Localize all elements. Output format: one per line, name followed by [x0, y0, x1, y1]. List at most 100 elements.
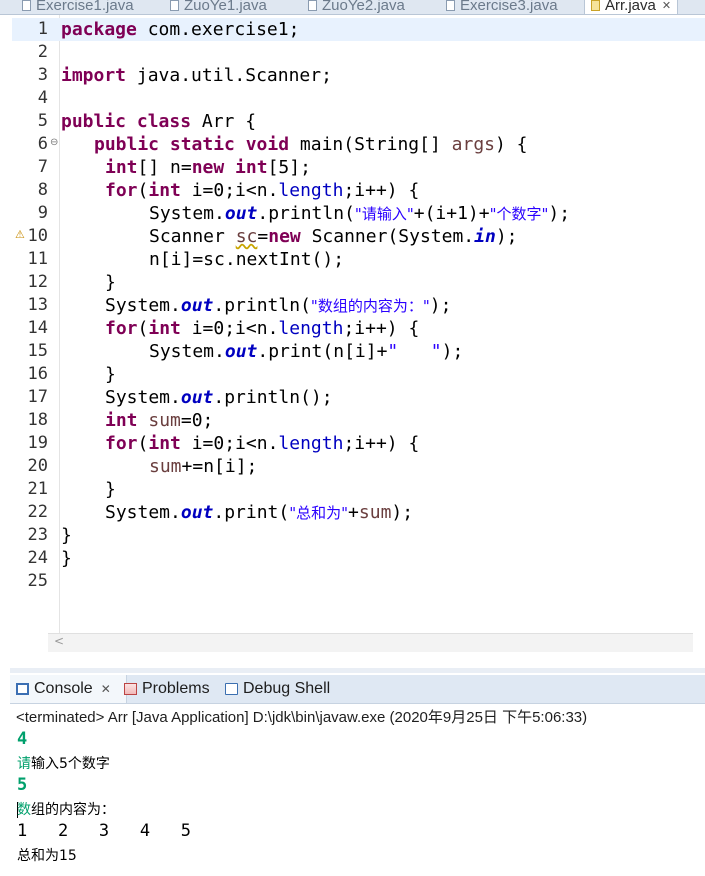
code-line: Scanner sc=new Scanner(System.in);	[61, 225, 518, 248]
code-text: +=n[i];	[181, 456, 258, 477]
code-text: }	[105, 364, 116, 385]
java-file-icon	[170, 0, 179, 11]
console-output-line: 数组的内容为：	[17, 799, 115, 819]
line-number: 1	[37, 19, 48, 39]
console-output-line: 总和为15	[17, 848, 77, 864]
console-text: 组的内容为：	[31, 802, 115, 818]
code-text: System.	[105, 295, 181, 316]
line-number: 24	[27, 548, 48, 568]
line-number: 25	[27, 571, 48, 591]
code-editor[interactable]: 1 2 3 4 5 6 ⊖ 7 8 9 ⚠ 10 11 12 13 14 15 …	[12, 15, 705, 643]
line-number: 15	[27, 341, 48, 361]
panel-separator[interactable]	[10, 668, 705, 673]
field: out	[180, 295, 214, 316]
code-line: public static void main(String[] args) {	[61, 133, 528, 156]
problems-icon	[124, 683, 137, 695]
line-number: 11	[27, 249, 48, 269]
code-line: System.out.print("总和为"+sum);	[61, 501, 413, 524]
console-icon	[16, 683, 29, 695]
code-text: (	[137, 180, 149, 201]
code-text: +(i+1)+	[413, 203, 490, 224]
code-text: );	[548, 203, 571, 224]
code-text: .print(	[213, 502, 290, 523]
keyword: int	[105, 410, 138, 431]
console-input-line: 4	[17, 729, 28, 749]
code-text: );	[441, 341, 464, 362]
scroll-left-icon[interactable]: <	[54, 634, 64, 648]
tab-label: Arr.java	[605, 0, 656, 14]
code-text: =	[257, 226, 269, 247]
line-number: 17	[27, 387, 48, 407]
code-text: System.	[149, 203, 225, 224]
tab-debug-shell[interactable]: Debug Shell	[225, 675, 330, 703]
field: length	[278, 318, 344, 339]
field: out	[224, 341, 258, 362]
tab-console[interactable]: Console ✕	[10, 675, 127, 703]
tab-arr[interactable]: Arr.java ✕	[584, 0, 679, 14]
local-variable: sum	[358, 502, 392, 523]
line-number: 6	[37, 134, 48, 154]
close-icon[interactable]: ✕	[662, 0, 671, 12]
tab-exercise3[interactable]: Exercise3.java	[446, 0, 558, 14]
code-text: }	[61, 525, 72, 546]
string-literal: " "	[387, 341, 442, 362]
code-text: ;i++) {	[343, 318, 420, 339]
keyword: for	[105, 318, 138, 339]
tab-problems[interactable]: Problems	[124, 675, 210, 703]
code-line: sum+=n[i];	[61, 455, 257, 478]
code-text: );	[429, 295, 452, 316]
field: out	[180, 387, 214, 408]
code-line: }	[61, 547, 72, 570]
code-line: package com.exercise1;	[61, 18, 299, 41]
code-text: [5];	[267, 157, 311, 178]
code-text: ) {	[495, 134, 528, 155]
line-number: 16	[27, 364, 48, 384]
horizontal-scrollbar[interactable]: <	[48, 633, 693, 652]
code-text: );	[391, 502, 414, 523]
code-text: Scanner(System.	[300, 226, 475, 247]
line-number: 9	[37, 203, 48, 223]
tab-zuoye2[interactable]: ZuoYe2.java	[308, 0, 405, 14]
java-file-icon	[446, 0, 455, 11]
parameter: args	[451, 134, 495, 155]
code-text: Arr {	[191, 111, 257, 132]
string-literal: "总和为"	[289, 504, 349, 522]
console-status: <terminated> Arr [Java Application] D:\j…	[16, 709, 588, 726]
code-text: i=0;i<n.	[180, 433, 279, 454]
code-line: n[i]=sc.nextInt();	[61, 248, 344, 271]
field: in	[474, 226, 496, 247]
line-number: 23	[27, 525, 48, 545]
code-line: }	[61, 363, 116, 386]
line-number: 21	[27, 479, 48, 499]
debug-shell-icon	[225, 683, 238, 695]
code-line: }	[61, 478, 116, 501]
tab-zuoye1[interactable]: ZuoYe1.java	[170, 0, 267, 14]
code-text: (	[137, 433, 149, 454]
code-line: System.out.println();	[61, 386, 333, 409]
keyword: new int	[191, 157, 268, 178]
code-line: import java.util.Scanner;	[61, 64, 332, 87]
line-number: 13	[27, 295, 48, 315]
tab-exercise1[interactable]: Exercise1.java	[22, 0, 134, 14]
keyword: int	[105, 157, 138, 178]
code-text: .print(n[i]+	[257, 341, 388, 362]
keyword: for	[105, 433, 138, 454]
code-line: }	[61, 271, 116, 294]
tab-label: Exercise3.java	[460, 0, 558, 14]
java-file-icon	[308, 0, 317, 11]
line-number: 5	[37, 111, 48, 131]
code-text: n[i]=sc.nextInt();	[149, 249, 345, 270]
close-icon[interactable]: ✕	[101, 682, 111, 696]
line-number: 19	[27, 433, 48, 453]
collapse-icon[interactable]: ⊖	[50, 137, 58, 148]
code-text: System.	[105, 502, 181, 523]
tab-label: Exercise1.java	[36, 0, 134, 14]
line-number: 22	[27, 502, 48, 522]
code-line: for(int i=0;i<n.length;i++) {	[61, 179, 419, 202]
code-text: Scanner	[149, 226, 236, 247]
field: length	[278, 433, 344, 454]
line-number: 12	[27, 272, 48, 292]
code-text: .println(	[257, 203, 355, 224]
java-file-icon	[591, 0, 600, 11]
code-line: public class Arr {	[61, 110, 256, 133]
